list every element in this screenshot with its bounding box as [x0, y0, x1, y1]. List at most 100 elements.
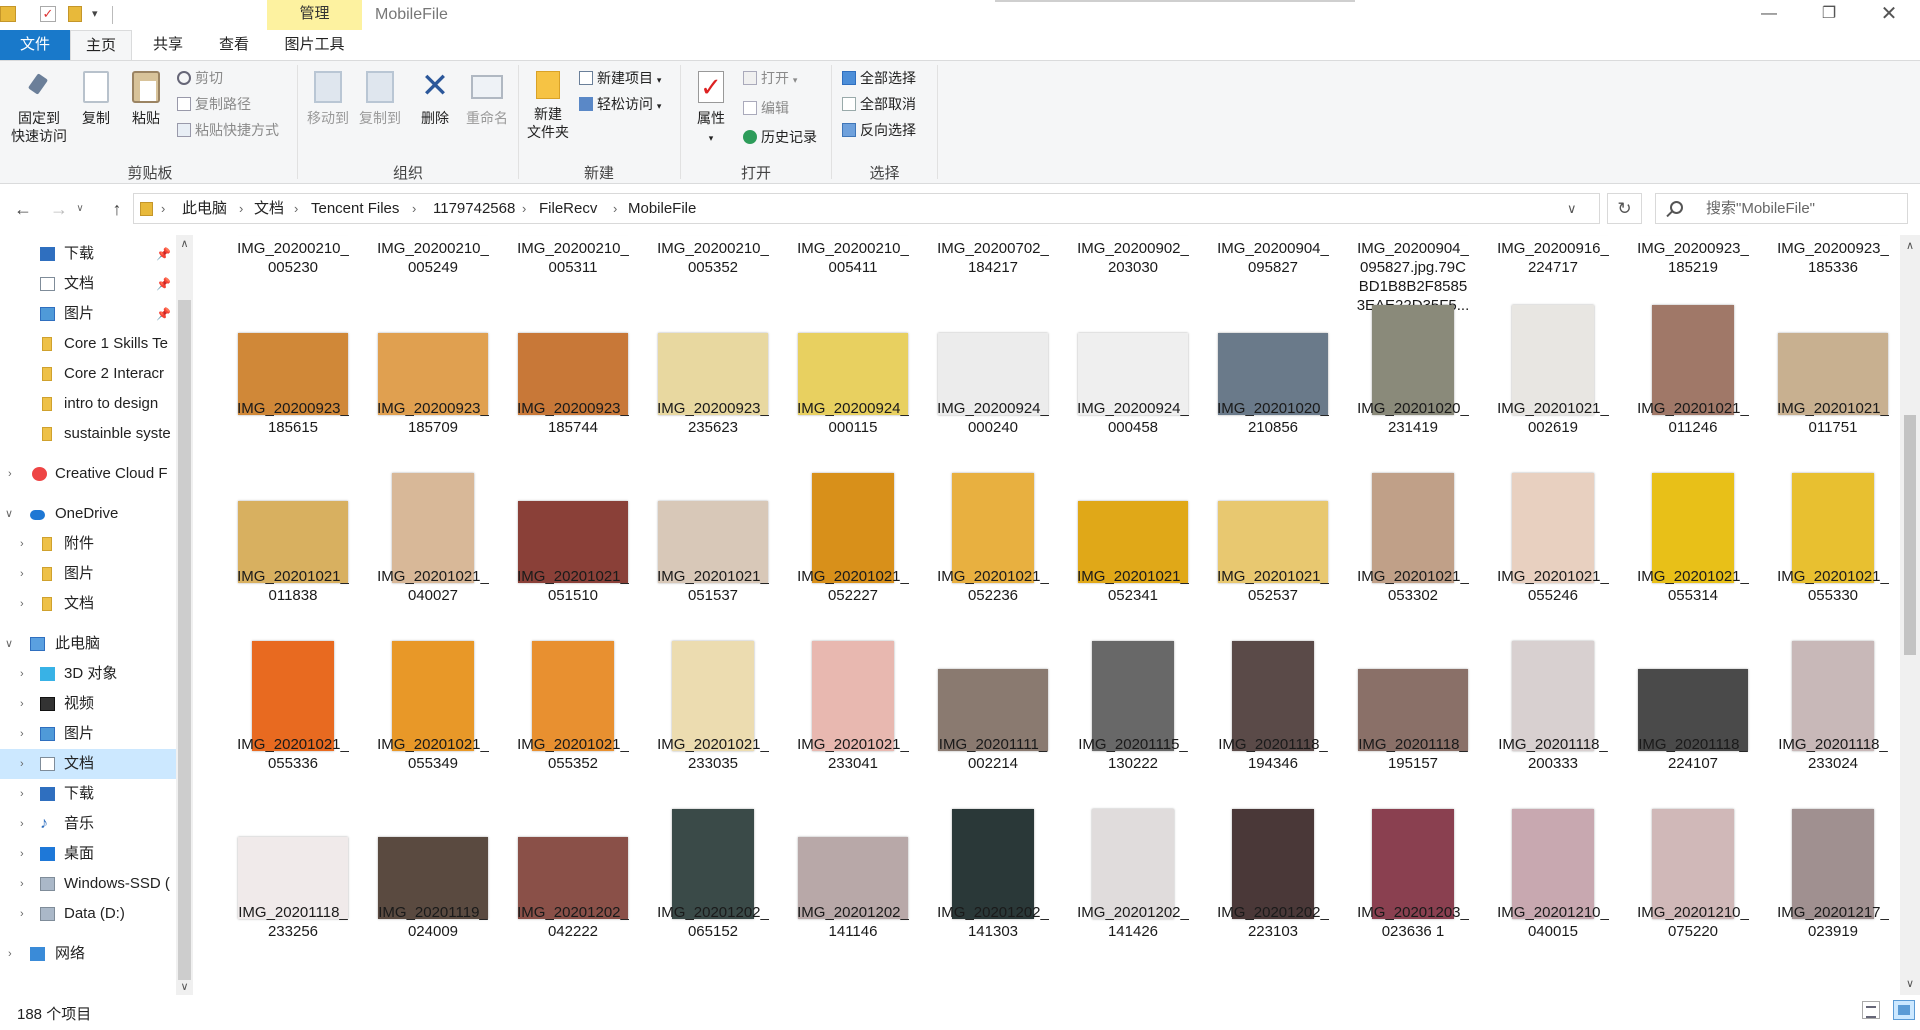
file-tile[interactable]: IMG_20201020_ 231419 — [1343, 295, 1477, 455]
breadcrumb-filerecv[interactable]: FileRecv — [539, 194, 597, 223]
file-tile[interactable]: IMG_20201021_ 233035 — [643, 631, 777, 791]
pin-to-quick-access-button[interactable]: 固定到 快速访问 — [4, 65, 74, 145]
easy-access-button[interactable]: 轻松访问 ▾ — [579, 93, 661, 115]
new-folder-button[interactable]: 新建 文件夹 — [522, 65, 574, 141]
file-tile[interactable]: IMG_20201021_ 053302 — [1343, 463, 1477, 623]
new-folder-quick-icon[interactable] — [68, 6, 82, 22]
scroll-down-chevron-icon[interactable]: ∨ — [176, 980, 193, 993]
file-tile[interactable]: IMG_20200210_ 005230 — [223, 235, 357, 295]
nav-item[interactable]: ∨ 此电脑 — [0, 629, 176, 659]
up-arrow-icon[interactable]: ↑ — [104, 195, 130, 223]
nav-item[interactable]: › 图片 — [0, 719, 176, 749]
nav-item[interactable]: › 附件 — [0, 529, 176, 559]
nav-item[interactable]: › Windows-SSD ( — [0, 869, 176, 899]
file-tile[interactable]: IMG_20201111_ 002214 — [923, 631, 1057, 791]
copy-button[interactable]: 复制 — [76, 65, 116, 127]
expand-chevron-right-icon[interactable]: › — [20, 779, 24, 809]
file-tile[interactable]: IMG_20201021_ 011246 — [1623, 295, 1757, 455]
file-tile[interactable]: IMG_20201021_ 052236 — [923, 463, 1057, 623]
file-tile[interactable]: IMG_20201118_ 195157 — [1343, 631, 1477, 791]
address-bar[interactable]: › 此电脑 › 文档 › Tencent Files › 1179742568 … — [133, 193, 1600, 224]
file-tile[interactable]: IMG_20200210_ 005352 — [643, 235, 777, 295]
tab-share[interactable]: 共享 — [137, 30, 199, 60]
file-tile[interactable]: IMG_20201021_ 233041 — [783, 631, 917, 791]
tab-view[interactable]: 查看 — [203, 30, 265, 60]
move-to-button[interactable]: 移动到 — [303, 65, 353, 127]
file-tile[interactable]: IMG_20201021_ 055314 — [1623, 463, 1757, 623]
file-tile[interactable]: IMG_20201020_ 210856 — [1203, 295, 1337, 455]
file-tile[interactable]: IMG_20200924_ 000240 — [923, 295, 1057, 455]
delete-button[interactable]: ✕ 删除 — [413, 65, 457, 127]
nav-item[interactable]: › 桌面 — [0, 839, 176, 869]
details-view-icon[interactable] — [1862, 1001, 1880, 1019]
file-tile[interactable]: IMG_20201021_ 040027 — [363, 463, 497, 623]
nav-item[interactable]: › 网络 — [0, 939, 176, 969]
nav-item[interactable]: 下载 📌 — [0, 239, 176, 269]
nav-item[interactable]: › 图片 — [0, 559, 176, 589]
nav-item[interactable]: 图片 📌 — [0, 299, 176, 329]
customize-toolbar-arrow-icon[interactable]: ▾ — [92, 6, 108, 22]
navigation-scrollbar[interactable]: ∧ ∨ — [176, 235, 193, 995]
nav-item[interactable]: › 文档 — [0, 589, 176, 619]
file-tile[interactable]: IMG_20201202_ 141303 — [923, 799, 1057, 959]
file-tile[interactable]: IMG_20200904_ 095827 — [1203, 235, 1337, 295]
nav-item[interactable]: › 视频 — [0, 689, 176, 719]
breadcrumb-mobilefile[interactable]: MobileFile — [628, 194, 696, 223]
history-button[interactable]: 历史记录 — [743, 126, 817, 148]
nav-item[interactable]: › ♪ 音乐 — [0, 809, 176, 839]
scrollbar-thumb[interactable] — [178, 300, 191, 980]
cut-button[interactable]: 剪切 — [177, 67, 223, 89]
file-tile[interactable]: IMG_20201021_ 055330 — [1763, 463, 1897, 623]
expand-chevron-right-icon[interactable]: › — [8, 459, 12, 489]
file-tile[interactable]: IMG_20201202_ 141426 — [1063, 799, 1197, 959]
file-tile[interactable]: IMG_20201217_ 023919 — [1763, 799, 1897, 959]
refresh-button[interactable]: ↻ — [1607, 193, 1642, 224]
nav-item[interactable]: sustainble syste — [0, 419, 176, 449]
file-tile[interactable]: IMG_20201021_ 052341 — [1063, 463, 1197, 623]
file-tile[interactable]: IMG_20201118_ 224107 — [1623, 631, 1757, 791]
scrollbar-thumb[interactable] — [1904, 415, 1916, 655]
tab-picture-tools[interactable]: 图片工具 — [267, 30, 362, 60]
file-tile[interactable]: IMG_20200916_ 224717 — [1483, 235, 1617, 295]
file-tile[interactable]: IMG_20201118_ 200333 — [1483, 631, 1617, 791]
expand-chevron-right-icon[interactable]: › — [20, 869, 24, 899]
minimize-button[interactable]: — — [1746, 0, 1792, 30]
file-tile[interactable]: IMG_20201202_ 223103 — [1203, 799, 1337, 959]
file-tile[interactable]: IMG_20200904_ 095827.jpg.79C BD1B8B2F858… — [1343, 235, 1477, 314]
expand-chevron-down-icon[interactable]: ∨ — [5, 499, 13, 529]
select-none-button[interactable]: 全部取消 — [842, 93, 916, 115]
select-all-button[interactable]: 全部选择 — [842, 67, 916, 89]
edit-button[interactable]: 编辑 — [743, 97, 789, 119]
expand-chevron-down-icon[interactable]: ∨ — [5, 629, 13, 659]
expand-chevron-right-icon[interactable]: › — [20, 659, 24, 689]
file-tile[interactable]: IMG_20200210_ 005311 — [503, 235, 637, 295]
expand-chevron-right-icon[interactable]: › — [20, 839, 24, 869]
file-tile[interactable]: IMG_20201021_ 051537 — [643, 463, 777, 623]
breadcrumb-tencent-files[interactable]: Tencent Files — [311, 194, 399, 223]
file-tile[interactable]: IMG_20200923_ 185219 — [1623, 235, 1757, 295]
file-tile[interactable]: IMG_20201021_ 055349 — [363, 631, 497, 791]
file-tile[interactable]: IMG_20201021_ 011751 — [1763, 295, 1897, 455]
expand-chevron-right-icon[interactable]: › — [20, 899, 24, 929]
file-tile[interactable]: IMG_20201202_ 042222 — [503, 799, 637, 959]
breadcrumb-this-pc[interactable]: 此电脑 — [182, 194, 227, 223]
file-tile[interactable]: IMG_20201118_ 194346 — [1203, 631, 1337, 791]
file-tile[interactable]: IMG_20201021_ 055336 — [223, 631, 357, 791]
nav-item[interactable]: Core 1 Skills Te — [0, 329, 176, 359]
nav-item[interactable]: › Data (D:) — [0, 899, 176, 929]
invert-selection-button[interactable]: 反向选择 — [842, 119, 916, 141]
file-tile[interactable]: IMG_20200924_ 000115 — [783, 295, 917, 455]
rename-button[interactable]: 重命名 — [459, 65, 515, 127]
nav-item[interactable]: › 下载 — [0, 779, 176, 809]
scroll-up-chevron-icon[interactable]: ∧ — [1900, 239, 1920, 252]
file-tile[interactable]: IMG_20201203_ 023636 1 — [1343, 799, 1477, 959]
folder-icon[interactable] — [0, 6, 16, 22]
expand-chevron-right-icon[interactable]: › — [20, 719, 24, 749]
file-tile[interactable]: IMG_20200923_ 185615 — [223, 295, 357, 455]
expand-chevron-right-icon[interactable]: › — [20, 689, 24, 719]
file-tile[interactable]: IMG_20201021_ 052537 — [1203, 463, 1337, 623]
forward-arrow-icon[interactable]: → — [46, 195, 72, 223]
file-tile[interactable]: IMG_20200923_ 185709 — [363, 295, 497, 455]
file-tile[interactable]: IMG_20200902_ 203030 — [1063, 235, 1197, 295]
file-tile[interactable]: IMG_20200702_ 184217 — [923, 235, 1057, 295]
